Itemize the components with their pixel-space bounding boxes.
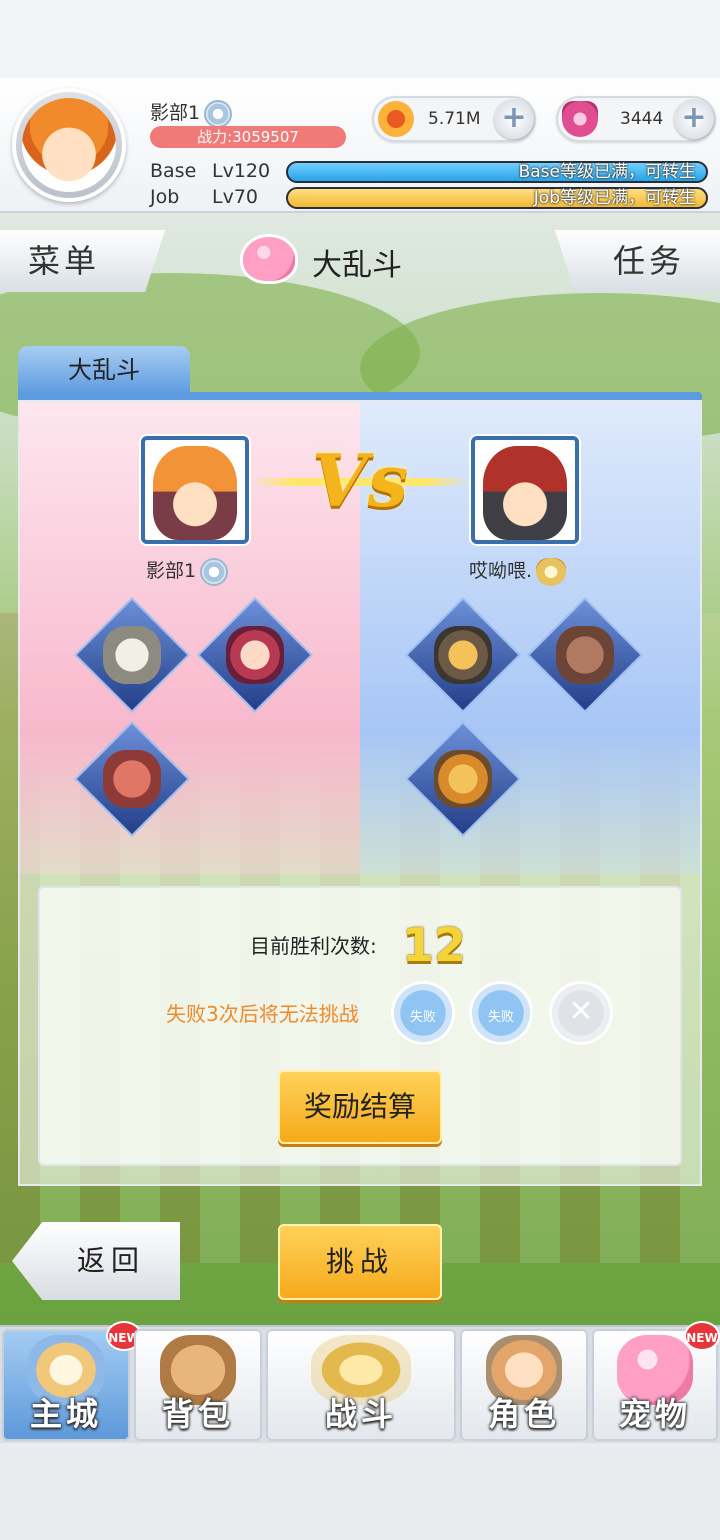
tab-battle-label: 战斗 (324, 1395, 397, 1433)
tab-character-label: 角色 (487, 1395, 560, 1433)
bottom-tab-bar: 主城 NEW 背包 战斗 角色 宠物 NEW (0, 1321, 720, 1443)
new-badge: NEW (684, 1321, 720, 1351)
system-nav-area (0, 1443, 720, 1540)
loss-mark-empty: ✕ (552, 984, 610, 1042)
warning-text: 失败3次后将无法挑战 (166, 1002, 359, 1026)
swords-rank-icon (200, 557, 229, 586)
player-portrait-face (153, 446, 237, 540)
loss-mark-2: 失败 (472, 984, 530, 1042)
opponent-fighter-name-text: 哎呦喂. (469, 560, 533, 582)
tab-main-city-label: 主城 (29, 1395, 102, 1433)
base-label: Base (150, 160, 197, 182)
player-header: 影部1 战力:3059507 5.71M + 3444 + Base Lv120… (0, 78, 720, 213)
status-bar-area (0, 0, 720, 78)
opponent-portrait[interactable] (471, 436, 579, 544)
back-button[interactable]: 返回 (12, 1222, 180, 1300)
tab-pet-label: 宠物 (618, 1395, 691, 1433)
tab-character[interactable]: 角色 (460, 1329, 588, 1441)
tab-main-city[interactable]: 主城 NEW (2, 1321, 142, 1441)
tab-battle[interactable]: 战斗 (266, 1329, 456, 1441)
swords-rank-icon (204, 99, 233, 128)
challenge-button[interactable]: 挑战 (278, 1224, 442, 1300)
tab-backpack[interactable]: 背包 (134, 1329, 262, 1441)
base-exp-bar: Base等级已满，可转生 (286, 161, 708, 183)
poring-icon (240, 234, 298, 284)
coin-counter: 5.71M + (372, 96, 536, 142)
base-level: Lv120 (212, 160, 271, 182)
player-name: 影部1 (150, 98, 233, 128)
reward-settle-button[interactable]: 奖励结算 (278, 1070, 442, 1144)
menu-button[interactable]: 菜单 (0, 230, 165, 292)
coin-value: 5.71M (428, 109, 481, 129)
opponent-fighter-name: 哎呦喂. (469, 556, 567, 586)
job-exp-bar: Job等级已满，可转生 (286, 187, 708, 209)
player-avatar[interactable] (12, 88, 126, 202)
player-fighter-name: 影部1 (146, 556, 229, 586)
vs-logo: Vs (311, 438, 409, 523)
combat-power: 战力:3059507 (150, 126, 346, 148)
tab-pet[interactable]: 宠物 NEW (592, 1321, 720, 1441)
player-fighter-name-text: 影部1 (146, 560, 197, 582)
gem-icon (562, 101, 598, 137)
avatar-portrait (22, 98, 116, 192)
add-gems-button[interactable]: + (674, 99, 714, 139)
tab-brawl[interactable]: 大乱斗 (18, 346, 190, 394)
player-portrait (141, 436, 249, 544)
gem-value: 3444 (620, 109, 664, 129)
loss-mark-1: 失败 (394, 984, 452, 1042)
wins-label: 目前胜利次数: (250, 934, 377, 958)
add-coins-button[interactable]: + (494, 99, 534, 139)
coin-icon (378, 101, 414, 137)
screen-title: 大乱斗 (312, 248, 402, 283)
gem-counter: 3444 + (556, 96, 716, 142)
tab-backpack-label: 背包 (161, 1395, 234, 1433)
job-label: Job (150, 186, 180, 208)
task-button[interactable]: 任务 (555, 230, 720, 292)
nav-strip: 菜单 大乱斗 任务 (0, 228, 720, 294)
wins-value: 12 (402, 918, 467, 972)
player-name-text: 影部1 (150, 102, 201, 124)
gold-rank-icon (536, 557, 567, 586)
job-level: Lv70 (212, 186, 259, 208)
opponent-portrait-face (483, 446, 567, 540)
